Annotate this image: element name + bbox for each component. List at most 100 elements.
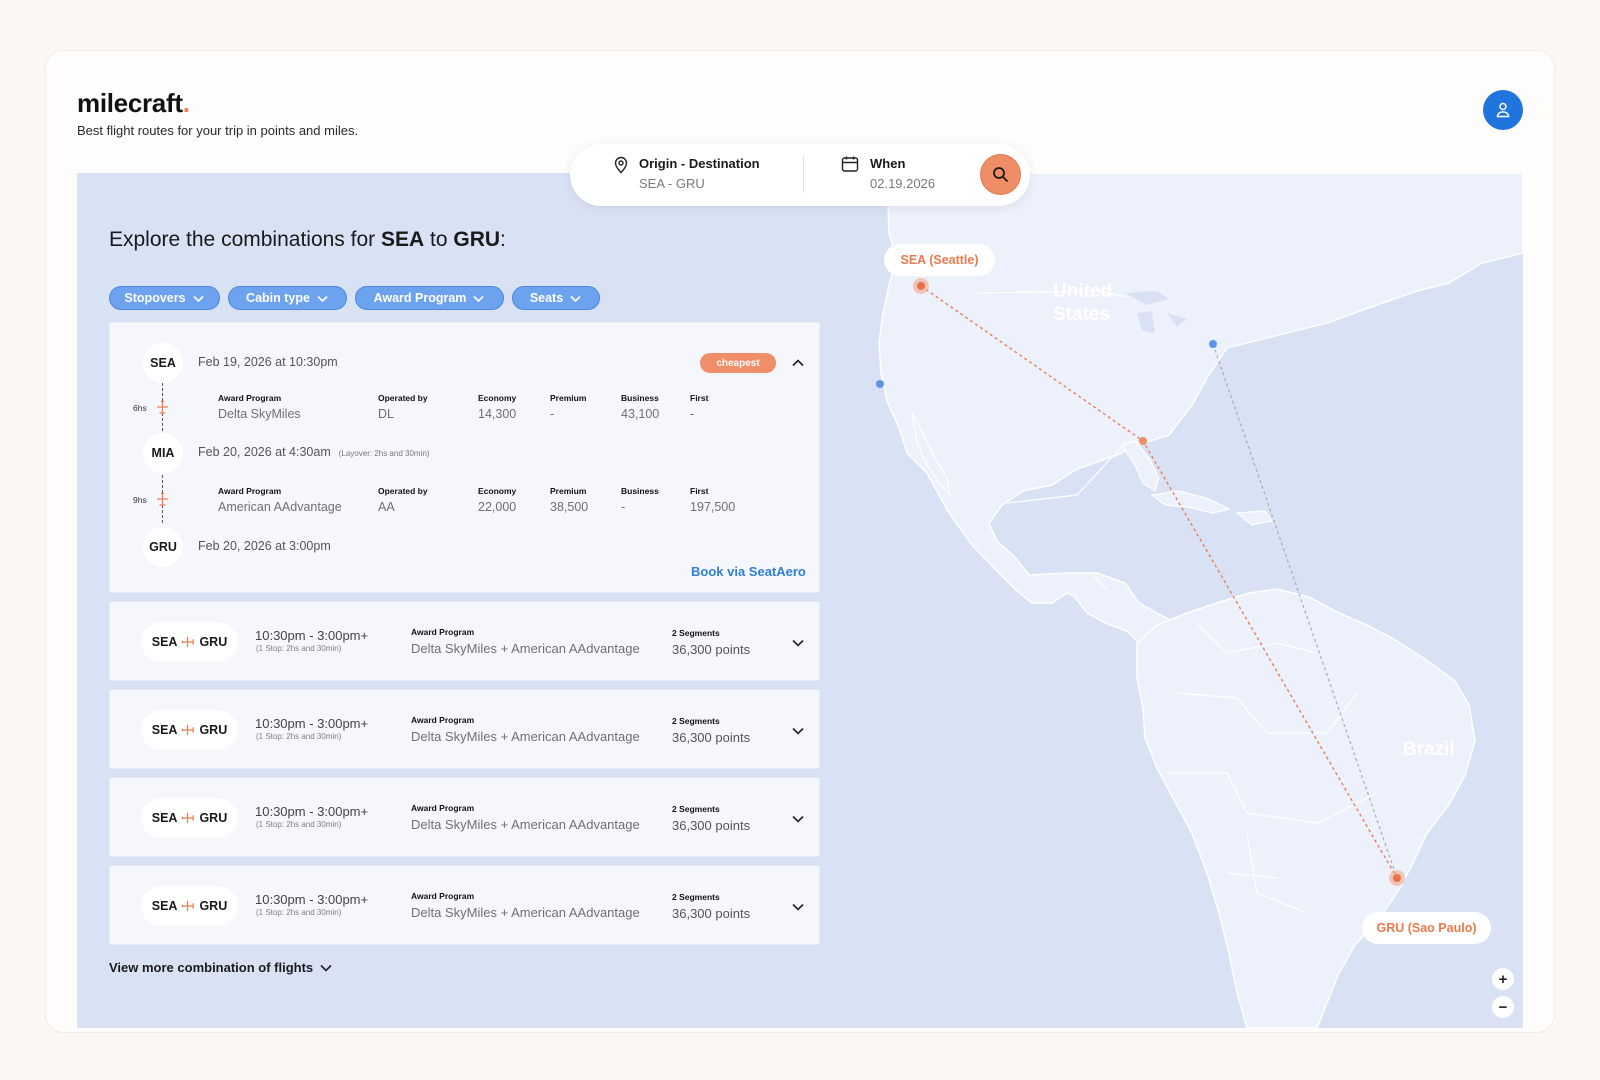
airplane-icon xyxy=(157,492,168,506)
map-label-destination[interactable]: GRU (Sao Paulo) xyxy=(1362,912,1491,944)
airport-badge-destination: GRU xyxy=(143,527,183,567)
itinerary-card[interactable]: SEA GRU 10:30pm - 3:00pm+ (1 Stop: 2hs an… xyxy=(109,689,820,769)
landmass-cuba xyxy=(1150,490,1231,514)
route-pill: SEA GRU xyxy=(141,798,238,838)
title-origin: SEA xyxy=(380,228,425,251)
airplane-icon xyxy=(182,812,195,824)
origin-destination-value[interactable]: SEA - GRU xyxy=(639,176,705,191)
zoom-in-button[interactable]: + xyxy=(1492,968,1514,990)
operated-by-header: Operated by xyxy=(378,393,428,403)
itinerary-card[interactable]: SEA GRU 10:30pm - 3:00pm+ (1 Stop: 2hs an… xyxy=(109,601,820,681)
brand-logo: milecraft. xyxy=(77,88,190,119)
origin-destination-label[interactable]: Origin - Destination xyxy=(639,156,760,171)
cheapest-badge: cheapest xyxy=(700,353,776,373)
economy-value: 14,300 xyxy=(478,407,517,421)
landmass-florida xyxy=(1121,440,1160,492)
chevron-down-icon xyxy=(320,964,332,972)
economy-value: 22,000 xyxy=(478,500,517,514)
filter-stopovers[interactable]: Stopovers xyxy=(109,286,220,310)
chevron-down-icon xyxy=(192,295,204,302)
premium-value: - xyxy=(550,407,555,421)
route-from: SEA xyxy=(151,723,178,737)
sea-marker xyxy=(917,282,925,290)
economy-header: Economy xyxy=(478,486,517,496)
book-via-seataero-link[interactable]: Book via SeatAero xyxy=(691,564,806,579)
stop-info: (1 Stop: 2hs and 30min) xyxy=(256,644,342,653)
lax-marker xyxy=(876,380,884,388)
map-label-origin[interactable]: SEA (Seattle) xyxy=(884,244,995,276)
departure-time: Feb 19, 2026 at 10:30pm xyxy=(198,355,338,369)
filter-cabin-type[interactable]: Cabin type xyxy=(228,286,347,310)
points-total: 36,300 points xyxy=(672,642,751,657)
award-program-value: American AAdvantage xyxy=(218,500,342,514)
search-button[interactable] xyxy=(980,154,1021,195)
title-suffix: : xyxy=(500,228,506,251)
award-program-value: Delta SkyMiles + American AAdvantage xyxy=(411,905,640,920)
stop-info: (1 Stop: 2hs and 30min) xyxy=(256,820,342,829)
view-more-link[interactable]: View more combination of flights xyxy=(109,960,333,975)
chevron-down-icon xyxy=(570,295,581,302)
award-program-header: Award Program xyxy=(411,627,475,637)
operator-value: DL xyxy=(378,407,394,421)
airplane-icon xyxy=(157,400,168,414)
arrival-time: Feb 20, 2026 at 3:00pm xyxy=(198,539,331,553)
calendar-icon xyxy=(841,155,859,178)
filter-label: Award Program xyxy=(373,291,467,305)
operated-by-header: Operated by xyxy=(378,486,428,496)
when-label[interactable]: When xyxy=(870,156,905,171)
segments-count: 2 Segments xyxy=(672,628,720,638)
segments-count: 2 Segments xyxy=(672,804,720,814)
chevron-up-icon[interactable] xyxy=(791,356,805,370)
business-value: - xyxy=(621,500,626,514)
economy-header: Economy xyxy=(478,393,517,403)
country-label-united: United xyxy=(1053,281,1112,302)
award-program-header: Award Program xyxy=(411,891,475,901)
chevron-down-icon[interactable] xyxy=(791,900,805,914)
search-bar: Origin - Destination SEA - GRU When 02.1… xyxy=(570,144,1030,206)
route-to: GRU xyxy=(199,811,228,825)
view-more-label: View more combination of flights xyxy=(109,960,314,975)
itinerary-card[interactable]: SEA GRU 10:30pm - 3:00pm+ (1 Stop: 2hs an… xyxy=(109,777,820,857)
points-total: 36,300 points xyxy=(672,730,751,745)
award-program-header: Award Program xyxy=(218,393,282,403)
segments-count: 2 Segments xyxy=(672,892,720,902)
chevron-down-icon[interactable] xyxy=(791,636,805,650)
zoom-out-button[interactable]: − xyxy=(1492,996,1514,1018)
airport-badge-origin: SEA xyxy=(143,343,183,383)
brand-name: milecraft xyxy=(77,88,183,118)
itinerary-card-expanded[interactable]: SEA Feb 19, 2026 at 10:30pm cheapest 6hs… xyxy=(109,322,820,593)
when-value[interactable]: 02.19.2026 xyxy=(870,176,935,191)
chevron-down-icon[interactable] xyxy=(791,812,805,826)
account-button[interactable] xyxy=(1483,90,1523,130)
first-value: - xyxy=(690,407,695,421)
route-from: SEA xyxy=(151,811,178,825)
business-header: Business xyxy=(621,486,659,496)
route-pill: SEA GRU xyxy=(141,710,238,750)
airplane-icon xyxy=(182,724,195,736)
title-mid: to xyxy=(424,228,454,251)
stop-info: (1 Stop: 2hs and 30min) xyxy=(256,908,342,917)
country-label-brazil: Brazil xyxy=(1403,739,1455,760)
brand-dot: . xyxy=(182,88,190,118)
search-divider xyxy=(803,155,804,193)
mia-marker xyxy=(1139,437,1147,445)
segments-count: 2 Segments xyxy=(672,716,720,726)
itinerary-card[interactable]: SEA GRU 10:30pm - 3:00pm+ (1 Stop: 2hs an… xyxy=(109,865,820,945)
airplane-icon xyxy=(182,900,195,912)
page-title: Explore the combinations for SEA to GRU: xyxy=(109,228,506,252)
layover-arrival: Feb 20, 2026 at 4:30am (Layover: 2hs and … xyxy=(198,445,429,459)
chevron-down-icon[interactable] xyxy=(791,724,805,738)
filter-seats[interactable]: Seats xyxy=(512,286,600,310)
route-to: GRU xyxy=(199,635,228,649)
first-header: First xyxy=(690,486,709,496)
premium-value: 38,500 xyxy=(550,500,589,514)
brand-tagline: Best flight routes for your trip in poin… xyxy=(77,123,359,138)
route-to: GRU xyxy=(199,899,228,913)
chevron-down-icon xyxy=(473,295,484,302)
operator-value: AA xyxy=(378,500,395,514)
award-program-header: Award Program xyxy=(411,715,475,725)
filter-award-program[interactable]: Award Program xyxy=(355,286,504,310)
layover-duration: (Layover: 2hs and 30min) xyxy=(338,449,430,458)
route-from: SEA xyxy=(151,899,178,913)
first-value: 197,500 xyxy=(690,500,736,514)
